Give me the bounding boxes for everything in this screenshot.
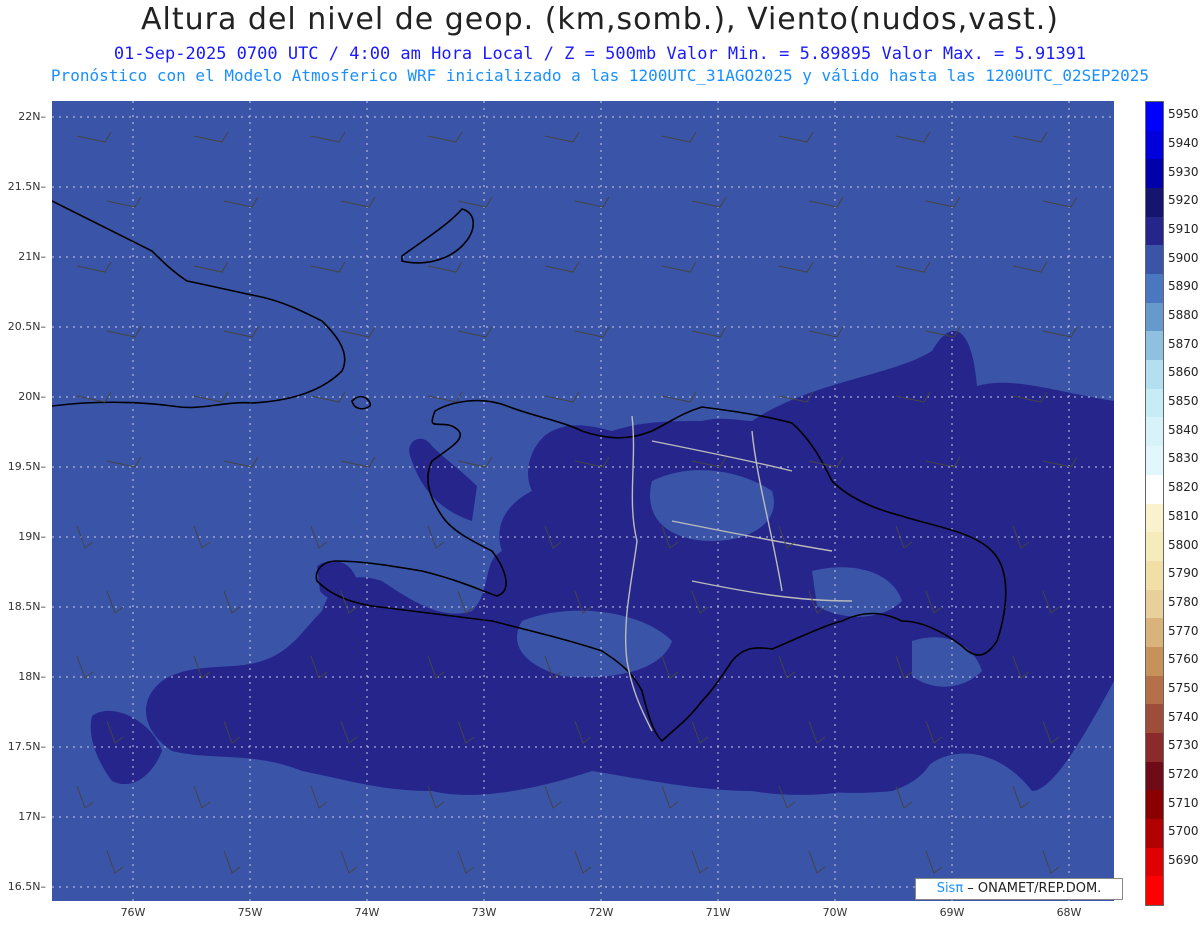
colorbar-swatch — [1146, 675, 1163, 705]
map-info: Pronóstico con el Modelo Atmosferico WRF… — [50, 66, 1150, 85]
lon-label: 68W — [1056, 906, 1082, 919]
credit-text: – ONAMET/REP.DOM. — [963, 881, 1102, 896]
colorbar-label: 5950 — [1168, 107, 1199, 122]
colorbar-swatch — [1146, 818, 1163, 849]
colorbar-label: 5870 — [1168, 336, 1199, 351]
colorbar-swatch — [1146, 417, 1163, 447]
colorbar-swatch — [1146, 188, 1163, 218]
colorbar-swatch — [1146, 790, 1163, 820]
lat-label: 16.5N– — [7, 880, 46, 893]
colorbar-swatch — [1146, 560, 1163, 591]
colorbar-swatch — [1146, 102, 1163, 132]
colorbar-label: 5710 — [1168, 795, 1199, 810]
colorbar-swatch — [1146, 274, 1163, 304]
colorbar-swatch — [1146, 761, 1163, 791]
colorbar-swatch — [1146, 245, 1163, 275]
colorbar-swatch — [1146, 589, 1163, 619]
colorbar-label: 5820 — [1168, 480, 1199, 495]
colorbar-label: 5790 — [1168, 566, 1199, 581]
colorbar-label: 5910 — [1168, 222, 1199, 237]
lon-label: 76W — [120, 906, 146, 919]
colorbar-swatch — [1146, 732, 1163, 763]
lon-label: 69W — [939, 906, 965, 919]
lat-label: 21N– — [18, 250, 46, 263]
colorbar-swatch — [1146, 388, 1163, 418]
colorbar-label: 5900 — [1168, 250, 1199, 265]
colorbar-label: 5890 — [1168, 279, 1199, 294]
credit-brand: Sisπ — [936, 881, 964, 896]
lat-label: 20.5N– — [7, 320, 46, 333]
colorbar-swatch — [1146, 704, 1163, 734]
lat-label: 17.5N– — [7, 740, 46, 753]
colorbar-swatch — [1146, 474, 1163, 504]
colorbar-label: 5780 — [1168, 594, 1199, 609]
colorbar-swatch — [1146, 216, 1163, 246]
colorbar-label: 5920 — [1168, 193, 1199, 208]
colorbar-swatch — [1146, 876, 1163, 906]
colorbar-swatch — [1146, 130, 1163, 160]
colorbar — [1145, 101, 1164, 906]
colorbar-label: 5860 — [1168, 365, 1199, 380]
colorbar-swatch — [1146, 446, 1163, 476]
colorbar-label: 5730 — [1168, 738, 1199, 753]
lat-label: 19N– — [18, 530, 46, 543]
colorbar-label: 5940 — [1168, 136, 1199, 151]
forecast-map — [52, 101, 1114, 901]
colorbar-label: 5760 — [1168, 652, 1199, 667]
colorbar-label: 5850 — [1168, 394, 1199, 409]
colorbar-label: 5930 — [1168, 164, 1199, 179]
colorbar-swatch — [1146, 360, 1163, 390]
colorbar-swatch — [1146, 847, 1163, 877]
colorbar-swatch — [1146, 646, 1163, 677]
lat-label: 18N– — [18, 670, 46, 683]
lon-label: 71W — [705, 906, 731, 919]
colorbar-label: 5770 — [1168, 623, 1199, 638]
colorbar-swatch — [1146, 302, 1163, 332]
colorbar-swatch — [1146, 618, 1163, 648]
lat-label: 18.5N– — [7, 600, 46, 613]
lat-label: 21.5N– — [7, 180, 46, 193]
colorbar-label: 5880 — [1168, 308, 1199, 323]
lon-label: 75W — [237, 906, 263, 919]
colorbar-label: 5740 — [1168, 709, 1199, 724]
lon-label: 74W — [354, 906, 380, 919]
colorbar-label: 5750 — [1168, 680, 1199, 695]
colorbar-swatch — [1146, 532, 1163, 562]
lat-label: 17N– — [18, 810, 46, 823]
colorbar-swatch — [1146, 331, 1163, 361]
colorbar-swatch — [1146, 159, 1163, 189]
colorbar-label: 5810 — [1168, 508, 1199, 523]
colorbar-label: 5690 — [1168, 852, 1199, 867]
lon-label: 73W — [471, 906, 497, 919]
map-title: Altura del nivel de geop. (km,somb.), Vi… — [141, 2, 1059, 37]
lat-label: 19.5N– — [7, 460, 46, 473]
credit-box: Sisπ – ONAMET/REP.DOM. — [915, 878, 1123, 900]
map-subtitle: 01-Sep-2025 0700 UTC / 4:00 am Hora Loca… — [113, 44, 1087, 64]
lat-label: 20N– — [18, 390, 46, 403]
colorbar-label: 5800 — [1168, 537, 1199, 552]
colorbar-label: 5700 — [1168, 824, 1199, 839]
lon-label: 70W — [822, 906, 848, 919]
colorbar-swatch — [1146, 503, 1163, 533]
lat-label: 22N– — [18, 110, 46, 123]
colorbar-label: 5830 — [1168, 451, 1199, 466]
colorbar-label: 5840 — [1168, 422, 1199, 437]
colorbar-label: 5720 — [1168, 766, 1199, 781]
lon-label: 72W — [588, 906, 614, 919]
